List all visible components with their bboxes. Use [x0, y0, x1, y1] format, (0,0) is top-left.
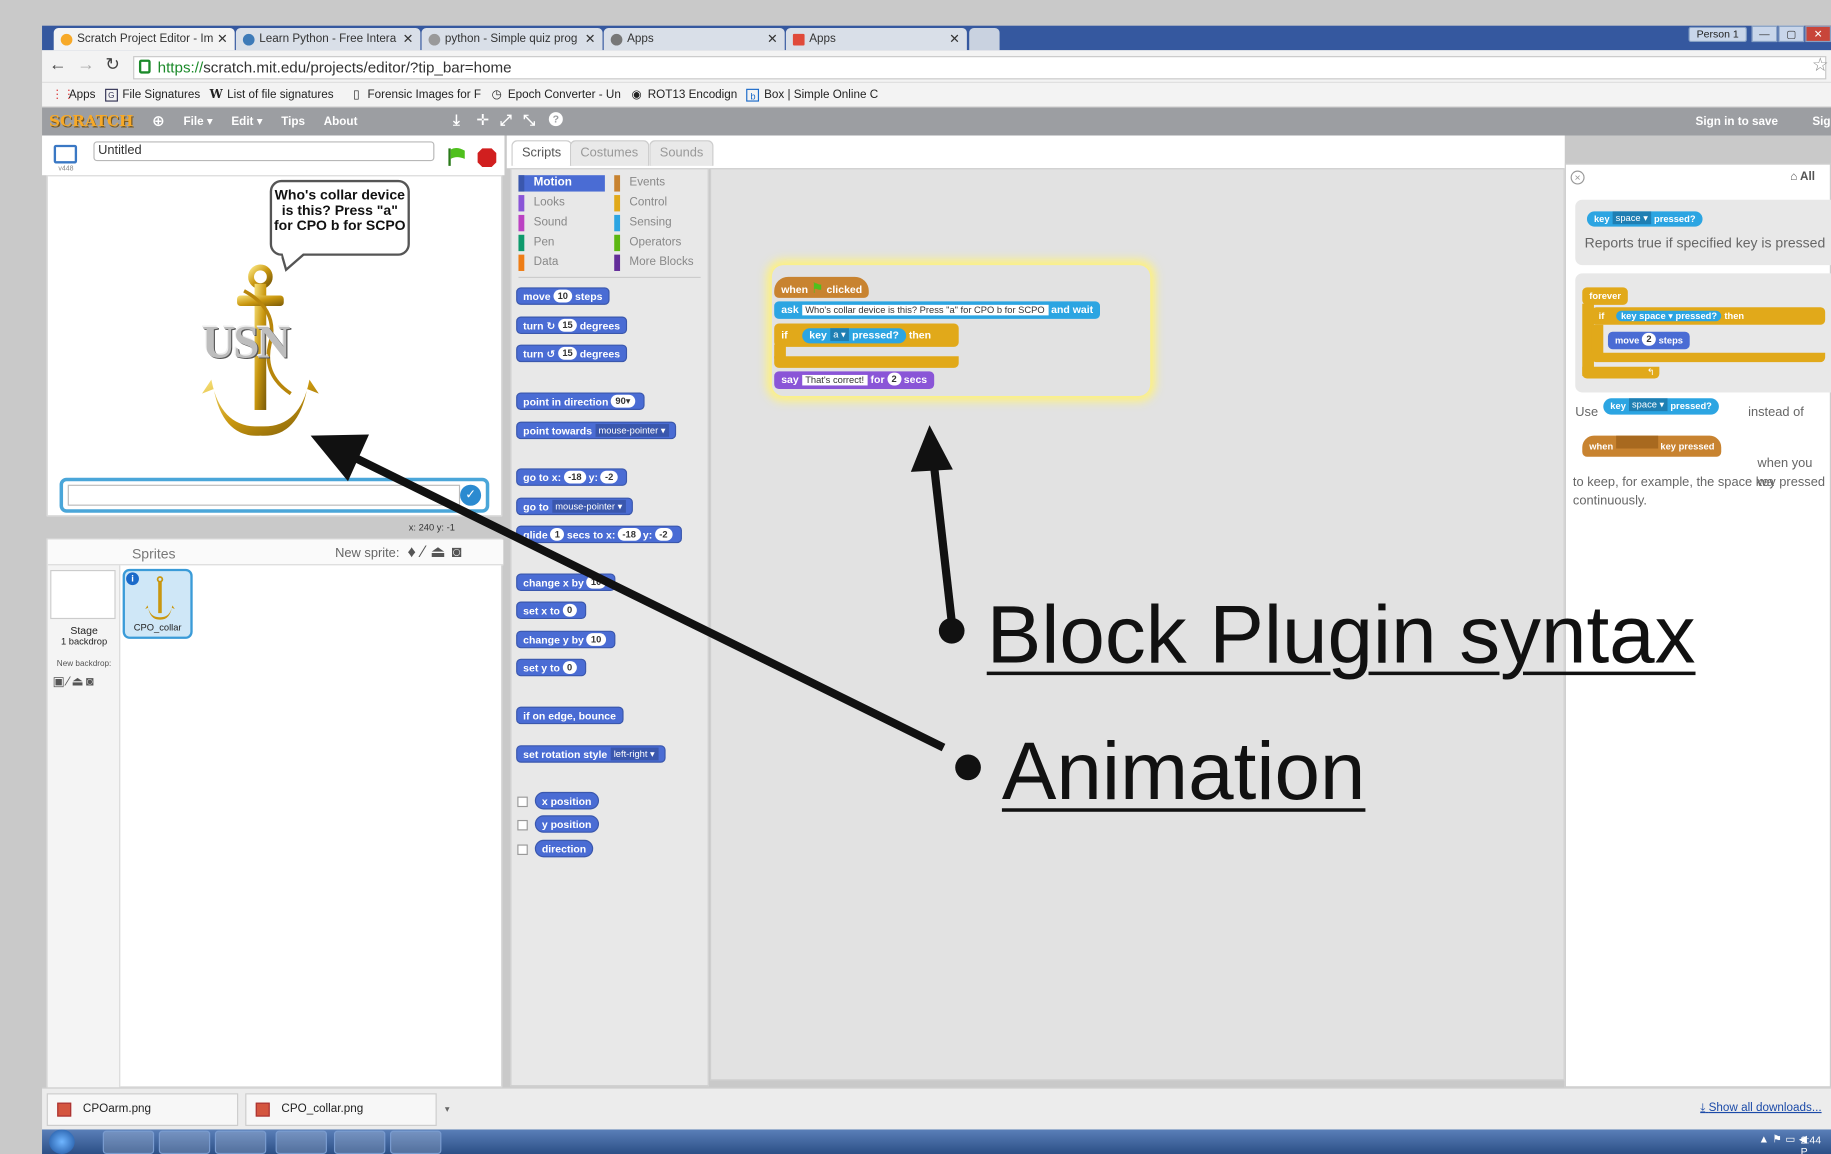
block-plugin-arrow-line — [930, 466, 956, 622]
block-plugin-arrow-head — [910, 425, 953, 472]
browser-window: Scratch Project Editor - Im ✕ Learn Pyth… — [0, 0, 1831, 1154]
bullet-dot — [955, 754, 981, 781]
animation-caption: Animation — [1001, 725, 1366, 817]
block-plugin-syntax-caption: Block Plugin syntax — [986, 588, 1696, 680]
bullet-dot — [938, 617, 965, 644]
animation-arrow-line — [343, 449, 946, 752]
annotation-overlay — [310, 425, 981, 781]
